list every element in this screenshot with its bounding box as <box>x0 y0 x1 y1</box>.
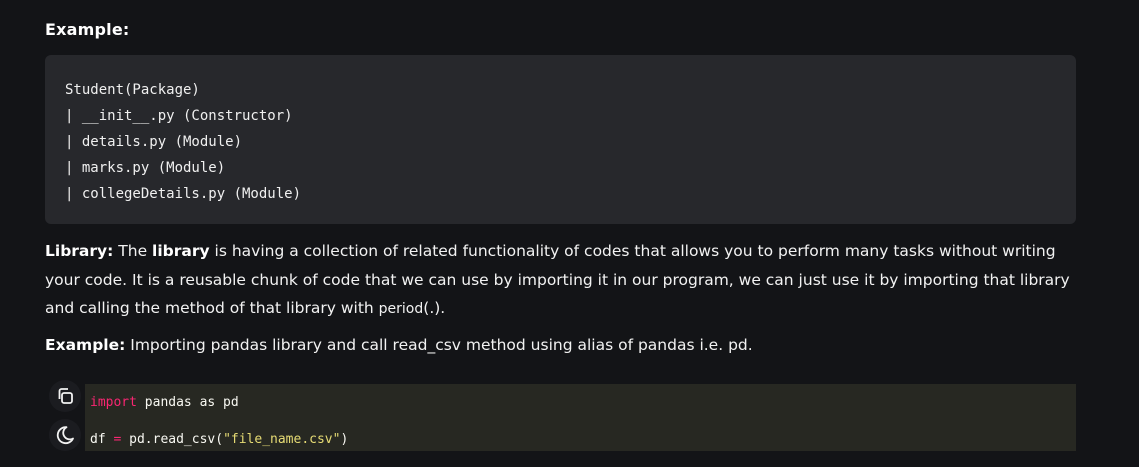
code-string: "file_name.csv" <box>223 432 341 447</box>
library-label: Library: <box>45 242 114 260</box>
example-text: Importing pandas library and call read_c… <box>125 336 753 354</box>
code-line: df = pd.read_csv("file_name.csv") <box>90 425 1076 455</box>
pandas-code-block: import pandas as pd df = pd.read_csv("fi… <box>85 384 1076 451</box>
example-label: Example: <box>45 336 126 354</box>
article-content: Example: Student(Package) | __init__.py … <box>0 0 1139 467</box>
code-close: ) <box>340 432 349 447</box>
code-line: import pandas as pd <box>90 388 1076 418</box>
library-paragraph: Library: The library is having a collect… <box>45 237 1095 324</box>
keyword-import: import <box>90 395 137 410</box>
code-line: | details.py (Module) <box>65 134 243 150</box>
code-line: Student(Package) <box>65 82 200 98</box>
toggle-theme-button[interactable] <box>49 419 81 451</box>
code-line: | __init__.py (Constructor) <box>65 108 293 124</box>
code-text: pandas as pd <box>136 395 239 410</box>
period-word: period <box>378 301 424 317</box>
library-text-a: The <box>113 242 153 260</box>
package-structure-code-block: Student(Package) | __init__.py (Construc… <box>45 55 1076 224</box>
library-text-c: (.). <box>423 299 446 317</box>
example-heading: Example: <box>45 20 130 39</box>
copy-code-button[interactable] <box>49 380 81 412</box>
code-line: | collegeDetails.py (Module) <box>65 186 302 202</box>
moon-icon <box>56 426 74 445</box>
example-paragraph: Example: Importing pandas library and ca… <box>45 331 1095 359</box>
code-line: | marks.py (Module) <box>65 160 226 176</box>
library-bold-word: library <box>152 242 210 260</box>
copy-icon <box>58 388 73 404</box>
code-call: pd.read_csv( <box>121 432 224 447</box>
code-var: df <box>90 432 114 447</box>
